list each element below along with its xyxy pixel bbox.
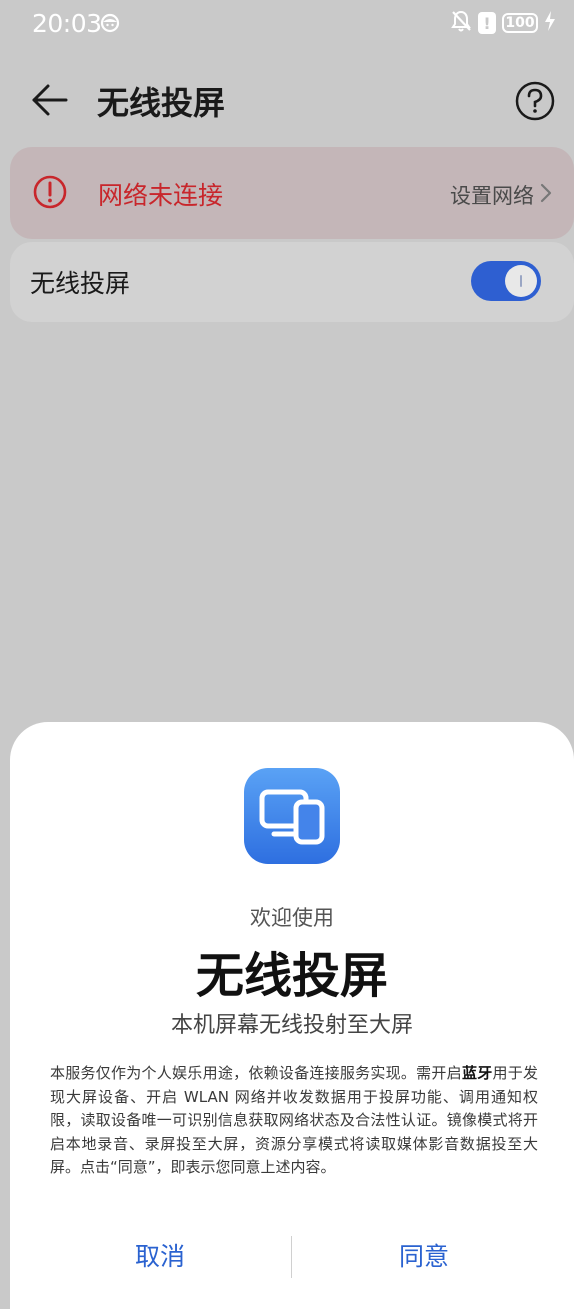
status-time: 20:03 [32,9,102,38]
battery-icon: 100 [502,13,538,33]
app-header: 无线投屏 [0,60,574,140]
status-bar: 20:03 ! 100 [0,0,574,48]
mute-bell-icon [450,9,472,37]
set-network-label[interactable]: 设置网络 [450,180,534,210]
button-divider [291,1236,292,1278]
page-title: 无线投屏 [97,84,226,122]
network-status-card[interactable]: 网络未连接 设置网络 [10,147,574,239]
wireless-cast-setting: 无线投屏 [10,242,574,322]
disclaimer-part1: 本服务仅作为个人娱乐用途，依赖设备连接服务实现。需开启 [50,1064,462,1082]
face-icon [100,13,120,37]
alert-icon: ! [478,12,496,34]
disclaimer-text: 本服务仅作为个人娱乐用途，依赖设备连接服务实现。需开启蓝牙用于发现大屏设备、开启… [50,1062,538,1180]
dialog-subtitle: 本机屏幕无线投射至大屏 [170,1013,413,1038]
screen-cast-icon [244,768,340,864]
agree-button[interactable]: 同意 [304,1232,544,1282]
warning-icon [32,174,68,210]
switch-knob [505,265,537,297]
disclaimer-bold: 蓝牙 [461,1064,493,1082]
charging-icon [544,10,556,36]
wireless-cast-label: 无线投屏 [30,269,131,298]
dialog-buttons: 取消 同意 [10,1232,574,1282]
welcome-text: 欢迎使用 [250,906,334,930]
set-network-link[interactable]: 设置网络 [450,180,552,210]
help-icon[interactable] [514,80,556,122]
wireless-cast-switch[interactable] [471,261,541,301]
dialog-title: 无线投屏 [195,948,388,1004]
back-arrow-icon[interactable] [28,80,72,120]
consent-dialog: 欢迎使用 无线投屏 本机屏幕无线投射至大屏 本服务仅作为个人娱乐用途，依赖设备连… [10,722,574,1309]
chevron-right-icon [540,183,552,208]
network-status-label: 网络未连接 [98,181,224,210]
cancel-button[interactable]: 取消 [40,1232,280,1282]
